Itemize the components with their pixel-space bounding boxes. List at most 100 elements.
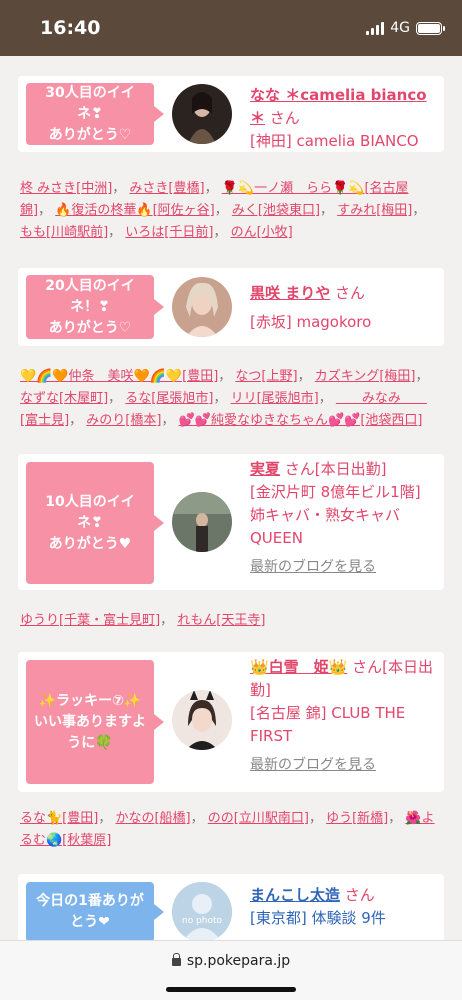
thanks-card: ✨ラッキー⑦✨ いい事ありますよ うに🍀 👑白雪 姫👑 さん[本日出勤] [名古…	[18, 652, 444, 792]
bubble-line: ありがとう♡	[48, 126, 132, 143]
user-name-link[interactable]: 👑白雪 姫👑	[250, 658, 347, 676]
card-info: 実夏 さん[本日出勤] [金沢片町 8億年ビル1階] 姉キャバ・熟女キャバQUE…	[250, 458, 434, 579]
separator: ，	[388, 811, 406, 826]
url-text: sp.pokepara.jp	[186, 953, 291, 969]
bubble-line: 今日の1番ありが	[36, 893, 144, 909]
profile-link[interactable]: 柊 みさき[中洲]	[20, 181, 112, 196]
like-links: 柊 みさき[中洲]， みさき[豊橋]， 🌹💫一ノ瀬 らら🌹💫[名古屋 錦]， 🔥…	[20, 178, 442, 244]
separator: ，	[69, 413, 87, 428]
thanks-bubble: ✨ラッキー⑦✨ いい事ありますよ うに🍀	[26, 660, 164, 784]
network-label: 4G	[390, 20, 410, 36]
main-content: 30人目のイイ ネ❣ ありがとう♡ なな ＊camelia bianco ＊ さ…	[0, 56, 462, 940]
separator: ，	[38, 203, 56, 218]
profile-link[interactable]: なつ[上野]	[235, 369, 297, 384]
like-links: 💛🌈🧡仲条 美咲🧡🌈💛[豊田]， なつ[上野]， カズキング[梅田]， なずな[…	[20, 366, 442, 432]
thanks-card: 30人目のイイ ネ❣ ありがとう♡ なな ＊camelia bianco ＊ さ…	[18, 76, 444, 152]
profile-link[interactable]: リリ[尾張旭市]	[231, 391, 319, 406]
separator: ，	[318, 391, 336, 406]
profile-link[interactable]: なずな[木屋町]	[20, 391, 108, 406]
separator: ，	[190, 811, 208, 826]
shop-label: [東京都] 体験談 9件	[250, 909, 386, 927]
separator: ，	[213, 391, 231, 406]
browser-bottom-bar: sp.pokepara.jp	[0, 940, 462, 1000]
latest-blog-link[interactable]: 最新のブログを見る	[250, 556, 434, 579]
separator: ，	[213, 225, 231, 240]
profile-link[interactable]: かなの[船橋]	[115, 811, 190, 826]
honorific: さん[本日出勤]	[284, 460, 387, 478]
thanks-bubble: 30人目のイイ ネ❣ ありがとう♡	[26, 83, 164, 145]
bubble-line: ネ❣	[77, 105, 103, 122]
honorific: さん	[335, 284, 366, 302]
profile-link[interactable]: いろは[千日前]	[125, 225, 213, 240]
thanks-bubble: 20人目のイイ ネ！❣ ありがとう♡	[26, 275, 164, 339]
profile-link[interactable]: るな🐈[豊田]	[20, 811, 98, 826]
honorific: さん	[344, 886, 375, 904]
bubble-line: とう❤	[70, 914, 110, 930]
avatar[interactable]	[172, 690, 232, 750]
bubble-line: ネ！❣	[70, 298, 110, 315]
latest-blog-link[interactable]: 最新のブログを見る	[250, 754, 434, 777]
thanks-card: 今日の1番ありが とう❤ no photo まんこし太造 さん [東京都] 体験…	[18, 874, 444, 940]
bubble-line: 30人目のイイ	[45, 84, 135, 101]
avatar[interactable]	[172, 492, 232, 552]
shop-label: [名古屋 錦] CLUB THE FIRST	[250, 704, 406, 745]
card-info: まんこし太造 さん [東京都] 体験談 9件	[250, 884, 434, 930]
profile-link[interactable]: みのり[橋本]	[86, 413, 161, 428]
card-info: 👑白雪 姫👑 さん[本日出勤] [名古屋 錦] CLUB THE FIRST 最…	[250, 656, 434, 777]
separator: ，	[412, 203, 426, 218]
separator: ，	[308, 811, 327, 826]
signal-icon	[366, 21, 385, 35]
separator: ，	[214, 203, 232, 218]
separator: ，	[218, 369, 236, 384]
profile-link[interactable]: もも[川崎駅前]	[20, 225, 108, 240]
profile-link[interactable]: 💕💕純愛なゆきなちゃん💕💕[池袋西口]	[179, 413, 423, 428]
profile-link[interactable]: ゆう[新橋]	[326, 811, 388, 826]
shop-label: [赤坂] magokoro	[250, 313, 372, 331]
separator: ，	[98, 811, 116, 826]
user-name-link[interactable]: 実夏	[250, 460, 280, 478]
bubble-line: ✨ラッキー⑦✨	[38, 692, 142, 709]
bubble-line: ありがとう♡	[48, 319, 132, 336]
status-time: 16:40	[40, 17, 101, 39]
honorific: さん	[269, 109, 300, 127]
profile-link[interactable]: 🔥復活の柊華🔥[阿佐ヶ谷]	[55, 203, 215, 218]
separator: ，	[320, 203, 338, 218]
profile-link[interactable]: れもん[天王寺]	[177, 613, 265, 628]
user-name-link[interactable]: まんこし太造	[250, 886, 340, 904]
card-info: なな ＊camelia bianco ＊ さん [神田] camelia BIA…	[250, 84, 434, 153]
home-indicator[interactable]	[166, 987, 296, 992]
bubble-line: ネ❣	[77, 514, 103, 531]
thanks-card: 20人目のイイ ネ！❣ ありがとう♡ 黒咲 まりや さん [赤坂] magoko…	[18, 268, 444, 346]
avatar[interactable]	[172, 84, 232, 144]
bubble-line: ありがとう♥	[48, 535, 132, 552]
bubble-line: 10人目のイイ	[45, 493, 135, 510]
status-bar: 16:40 4G	[0, 0, 462, 56]
bubble-line: いい事ありますよ	[34, 713, 146, 730]
no-photo-label: no photo	[181, 916, 223, 926]
profile-link[interactable]: みさき[豊橋]	[129, 181, 204, 196]
separator: ，	[108, 391, 126, 406]
profile-link[interactable]: のん[小牧]	[231, 225, 293, 240]
address-bar[interactable]: sp.pokepara.jp	[0, 953, 462, 969]
bubble-line: うに🍀	[67, 734, 113, 751]
separator: ，	[108, 225, 126, 240]
avatar[interactable]	[172, 277, 232, 337]
profile-link[interactable]: カズキング[梅田]	[315, 369, 416, 384]
separator: ，	[297, 369, 315, 384]
profile-link[interactable]: るな[尾張旭市]	[125, 391, 213, 406]
card-info: 黒咲 まりや さん [赤坂] magokoro	[250, 282, 434, 334]
profile-link[interactable]: みく[池袋東口]	[232, 203, 320, 218]
lock-icon	[171, 953, 181, 966]
avatar[interactable]: no photo	[172, 882, 232, 940]
profile-link[interactable]: のの[立川駅南口]	[208, 811, 309, 826]
like-links: るな🐈[豊田]， かなの[船橋]， のの[立川駅南口]， ゆう[新橋]， 🌺よる…	[20, 808, 442, 852]
user-name-link[interactable]: 黒咲 まりや	[250, 284, 330, 302]
like-links: ゆうり[千葉・富士見町]， れもん[天王寺]	[20, 610, 442, 632]
bubble-line: 20人目のイイ	[45, 277, 135, 294]
separator: ，	[204, 181, 222, 196]
profile-link[interactable]: 💛🌈🧡仲条 美咲🧡🌈💛[豊田]	[20, 369, 218, 384]
separator: ，	[112, 181, 130, 196]
separator: ，	[415, 369, 429, 384]
profile-link[interactable]: ゆうり[千葉・富士見町]	[20, 613, 160, 628]
profile-link[interactable]: すみれ[梅田]	[337, 203, 412, 218]
